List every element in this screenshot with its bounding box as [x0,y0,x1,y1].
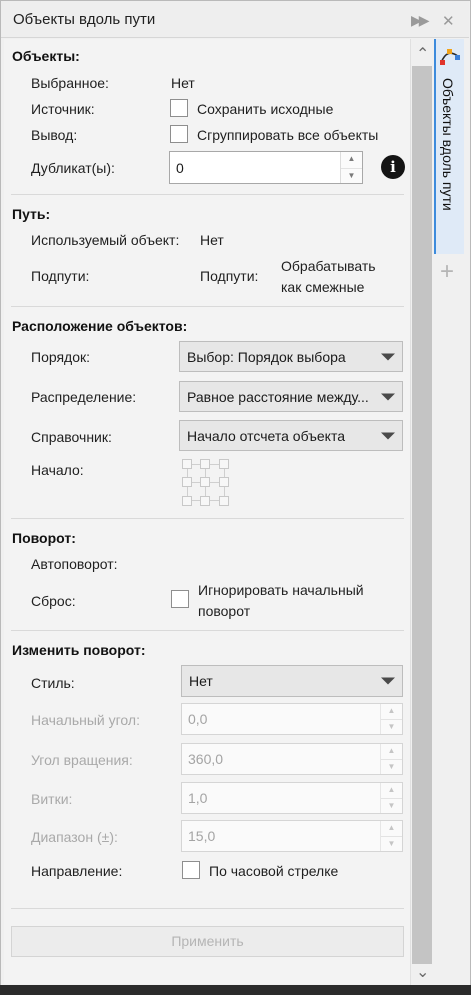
output-label: Вывод: [31,127,78,143]
selected-label: Выбранное: [31,75,109,91]
group-all-label[interactable]: Сгруппировать все объекты [197,127,378,143]
group-all-checkbox[interactable] [170,125,188,143]
style-label: Стиль: [31,675,75,691]
subpaths-value-line1: Обрабатывать [281,258,376,274]
source-label: Источник: [31,101,95,117]
scroll-down-icon[interactable]: ⌄ [416,962,429,982]
tab-label: Объекты вдоль пути [440,78,456,211]
style-dropdown[interactable]: Нет [181,665,403,697]
close-icon[interactable]: ✕ [442,12,455,30]
auto-rotate-label: Автоповорот: [31,556,118,572]
rotation-angle-value: 360,0 [188,751,224,767]
range-spinner[interactable]: ▲ ▼ [380,821,402,851]
selected-value: Нет [171,75,195,91]
add-tab-icon[interactable]: + [440,258,454,286]
chevron-down-icon [381,353,395,360]
distribution-dropdown-value: Равное расстояние между... [187,388,369,405]
rotation-angle-label: Угол вращения: [31,752,133,768]
used-object-label: Используемый объект: [31,232,180,248]
bottom-border [0,985,471,995]
panel-title: Объекты вдоль пути [13,11,156,28]
path-objects-icon [440,49,460,65]
spin-up-icon[interactable]: ▲ [381,783,402,798]
ignore-rotation-checkbox[interactable] [171,590,189,608]
scroll-up-icon[interactable]: ⌃ [416,44,429,64]
range-label: Диапазон (±): [31,829,118,845]
origin-label: Начало: [31,462,84,478]
section-path-heading: Путь: [12,206,51,222]
spin-down-icon[interactable]: ▼ [341,167,362,184]
rotation-angle-spinner[interactable]: ▲ ▼ [380,744,402,774]
order-label: Порядок: [31,349,91,365]
apply-button[interactable]: Применить [11,926,404,957]
info-icon[interactable]: i [381,155,405,179]
turns-value: 1,0 [188,790,208,806]
turns-label: Витки: [31,791,73,807]
start-angle-value: 0,0 [188,711,208,727]
order-dropdown-value: Выбор: Порядок выбора [187,348,346,365]
start-angle-spinner[interactable]: ▲ ▼ [380,704,402,734]
section-layout-heading: Расположение объектов: [12,318,188,334]
distribution-label: Распределение: [31,389,137,405]
duplicates-label: Дубликат(ы): [31,160,115,176]
subpaths-value-line2: как смежные [281,279,365,295]
reset-label: Сброс: [31,593,76,609]
section-change-rotation-heading: Изменить поворот: [12,642,146,658]
distribution-dropdown[interactable]: Равное расстояние между... [179,381,403,412]
spin-up-icon[interactable]: ▲ [381,744,402,759]
spin-up-icon[interactable]: ▲ [341,152,362,168]
divider [11,908,404,909]
divider [11,306,404,307]
start-angle-label: Начальный угол: [31,712,140,728]
turns-input[interactable]: 1,0 ▲ ▼ [181,782,403,814]
clockwise-label[interactable]: По часовой стрелке [209,863,338,879]
spin-down-icon[interactable]: ▼ [381,719,402,734]
range-value: 15,0 [188,828,216,844]
duplicates-value: 0 [176,159,184,176]
clockwise-checkbox[interactable] [182,861,200,879]
subpaths-inner-label: Подпути: [200,268,259,284]
spin-up-icon[interactable]: ▲ [381,821,402,836]
spin-down-icon[interactable]: ▼ [381,836,402,851]
used-object-value: Нет [200,232,224,248]
spin-up-icon[interactable]: ▲ [381,704,402,719]
start-angle-input[interactable]: 0,0 ▲ ▼ [181,703,403,735]
chevron-down-icon [381,432,395,439]
duplicates-input[interactable]: 0 ▲ ▼ [169,151,363,184]
ignore-rotation-line1[interactable]: Игнорировать начальный [198,582,364,598]
section-objects-heading: Объекты: [12,48,80,64]
keep-originals-label[interactable]: Сохранить исходные [197,101,333,117]
order-dropdown[interactable]: Выбор: Порядок выбора [179,341,403,372]
origin-grid-icon [182,459,230,507]
style-dropdown-value: Нет [189,673,213,689]
spin-down-icon[interactable]: ▼ [381,759,402,774]
spin-down-icon[interactable]: ▼ [381,798,402,813]
subpaths-label: Подпути: [31,268,90,284]
divider [11,194,404,195]
divider [11,518,404,519]
direction-label: Направление: [31,863,123,879]
range-input[interactable]: 15,0 ▲ ▼ [181,820,403,852]
divider [11,630,404,631]
ignore-rotation-line2[interactable]: поворот [198,603,250,619]
duplicates-spinner[interactable]: ▲ ▼ [340,152,362,183]
chevron-down-icon [381,677,395,685]
reference-dropdown[interactable]: Начало отсчета объекта [179,420,403,451]
reference-label: Справочник: [31,429,112,445]
chevron-down-icon [381,393,395,400]
section-rotation-heading: Поворот: [12,530,76,546]
rotation-angle-input[interactable]: 360,0 ▲ ▼ [181,743,403,775]
turns-spinner[interactable]: ▲ ▼ [380,783,402,813]
reference-dropdown-value: Начало отсчета объекта [187,427,345,444]
collapse-icon[interactable]: ▶▶ [411,12,429,29]
scrollbar-thumb[interactable] [412,66,432,964]
keep-originals-checkbox[interactable] [170,99,188,117]
